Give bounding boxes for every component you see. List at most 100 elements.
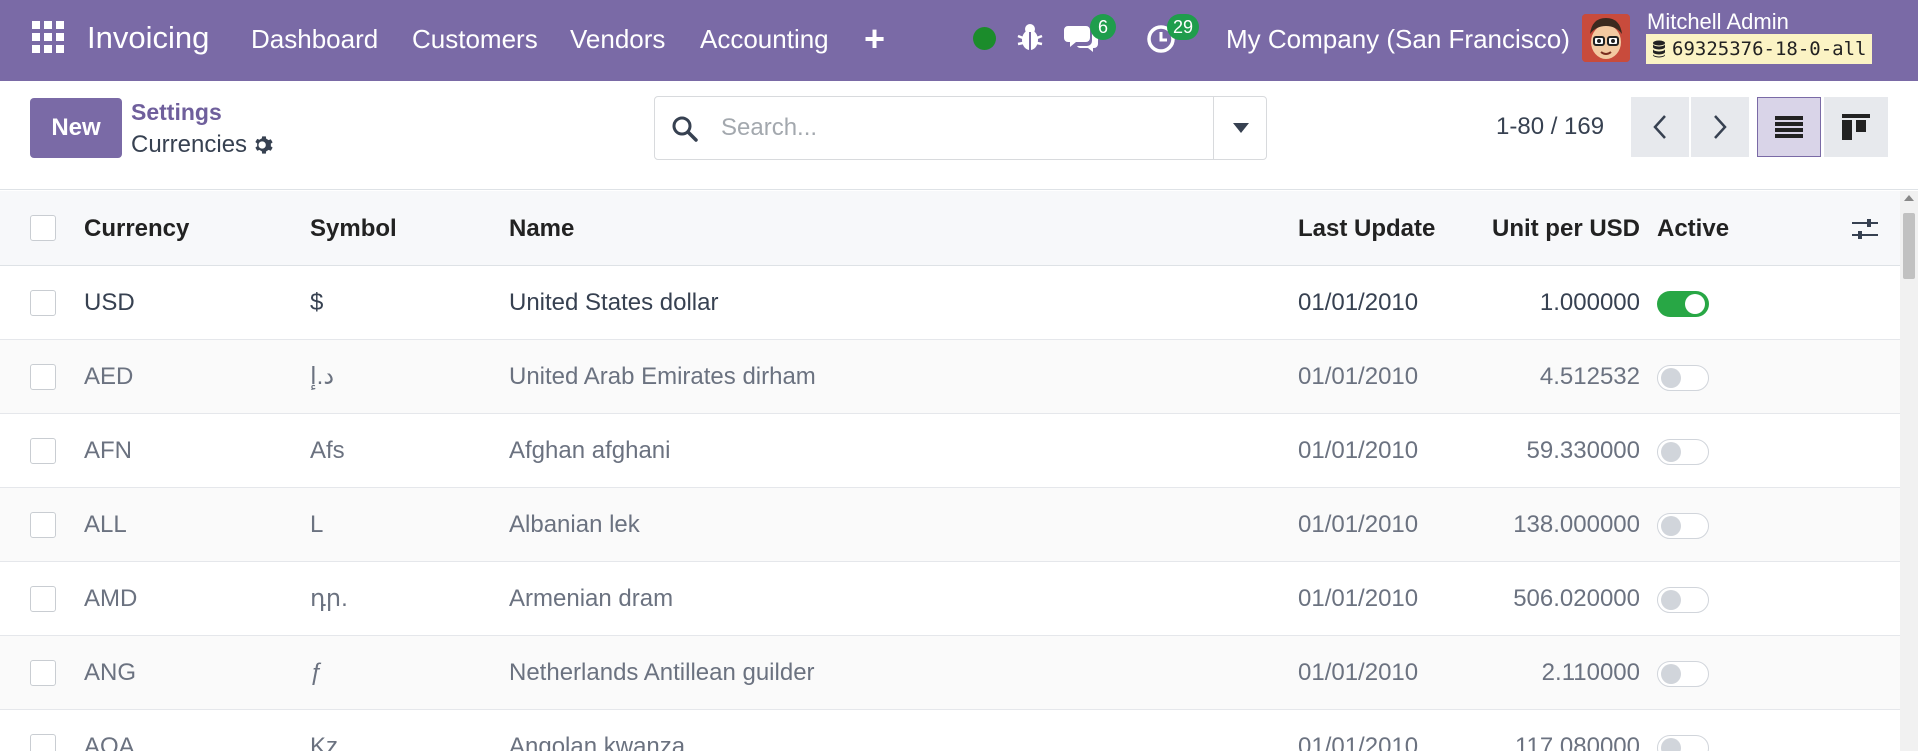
control-panel: New Settings Currencies 1-80 / 169: [0, 81, 1918, 190]
select-all-checkbox[interactable]: [30, 215, 56, 241]
column-header-unit-per[interactable]: Unit per USD: [1460, 191, 1640, 265]
activities-count-badge: 29: [1167, 14, 1200, 40]
active-toggle[interactable]: [1657, 587, 1709, 613]
row-checkbox[interactable]: [30, 438, 56, 464]
status-dot-icon[interactable]: [973, 27, 996, 50]
search-options-toggle[interactable]: [1213, 97, 1267, 159]
list-view-icon: [1775, 116, 1803, 138]
pager-value[interactable]: 1-80 / 169: [1496, 113, 1604, 141]
row-checkbox[interactable]: [30, 734, 56, 751]
cell-currency: AFN: [84, 437, 132, 464]
column-header-symbol[interactable]: Symbol: [310, 191, 397, 265]
user-name[interactable]: Mitchell Admin: [1647, 9, 1789, 35]
top-navbar: Invoicing Dashboard Customers Vendors Ac…: [0, 0, 1918, 81]
cell-symbol: د.إ: [310, 363, 335, 390]
scroll-up-arrow-icon[interactable]: [1904, 195, 1914, 201]
messages-count-badge: 6: [1090, 14, 1116, 40]
cell-symbol: ƒ: [310, 659, 324, 686]
active-toggle[interactable]: [1657, 661, 1709, 687]
breadcrumb-current: Currencies: [131, 131, 275, 159]
cell-name: Afghan afghani: [509, 437, 671, 464]
scrollbar-thumb[interactable]: [1903, 213, 1915, 279]
bug-icon[interactable]: [1016, 22, 1044, 52]
cell-rate: 2.110000: [1541, 659, 1640, 686]
database-icon: [1653, 40, 1665, 58]
user-avatar[interactable]: [1582, 14, 1630, 62]
optional-columns-sliders-icon[interactable]: [1852, 217, 1878, 241]
cell-name: Netherlands Antillean guilder: [509, 659, 815, 686]
kanban-view-button[interactable]: [1824, 97, 1888, 157]
list-view-button[interactable]: [1757, 97, 1821, 157]
cell-currency: AMD: [84, 585, 138, 612]
pager-previous-button[interactable]: [1631, 97, 1689, 157]
active-toggle[interactable]: [1657, 513, 1709, 539]
cell-last-update: 01/01/2010: [1298, 289, 1419, 316]
search-icon: [672, 116, 698, 142]
table-row[interactable]: AED د.إ United Arab Emirates dirham 01/0…: [0, 340, 1900, 414]
apps-grid-icon[interactable]: [32, 21, 64, 53]
column-header-last-update[interactable]: Last Update: [1298, 191, 1435, 265]
menu-dashboard[interactable]: Dashboard: [251, 24, 378, 55]
column-header-name[interactable]: Name: [509, 191, 574, 265]
cell-rate: 4.512532: [1539, 363, 1640, 390]
chevron-right-icon: [1714, 115, 1727, 139]
cell-rate: 1.000000: [1539, 289, 1640, 316]
table-row[interactable]: ALL L Albanian lek 01/01/2010 138.000000: [0, 488, 1900, 562]
table-row[interactable]: AFN Afs Afghan afghani 01/01/2010 59.330…: [0, 414, 1900, 488]
column-header-currency[interactable]: Currency: [84, 191, 189, 265]
company-switcher[interactable]: My Company (San Francisco): [1226, 24, 1570, 55]
column-header-active[interactable]: Active: [1657, 191, 1729, 265]
row-checkbox[interactable]: [30, 364, 56, 390]
active-toggle[interactable]: [1657, 365, 1709, 391]
cell-last-update: 01/01/2010: [1298, 733, 1419, 751]
active-toggle[interactable]: [1657, 735, 1709, 751]
cell-last-update: 01/01/2010: [1298, 585, 1419, 612]
cell-last-update: 01/01/2010: [1298, 363, 1419, 390]
menu-customers[interactable]: Customers: [412, 24, 538, 55]
cell-symbol: Afs: [310, 437, 345, 464]
active-toggle[interactable]: [1657, 291, 1709, 317]
cell-name: United Arab Emirates dirham: [509, 363, 816, 390]
cell-last-update: 01/01/2010: [1298, 511, 1419, 538]
cell-rate: 59.330000: [1526, 437, 1640, 464]
menu-vendors[interactable]: Vendors: [570, 24, 665, 55]
table-row[interactable]: USD $ United States dollar 01/01/2010 1.…: [0, 266, 1900, 340]
cell-name: United States dollar: [509, 289, 719, 316]
row-checkbox[interactable]: [30, 660, 56, 686]
list-scrollbar[interactable]: [1900, 191, 1918, 751]
cell-name: Albanian lek: [509, 511, 640, 538]
gear-icon[interactable]: [253, 134, 275, 156]
search-input[interactable]: [721, 109, 1191, 147]
row-checkbox[interactable]: [30, 290, 56, 316]
table-row[interactable]: AMD դր. Armenian dram 01/01/2010 506.020…: [0, 562, 1900, 636]
menu-accounting[interactable]: Accounting: [700, 24, 829, 55]
table-header: Currency Symbol Name Last Update Unit pe…: [0, 191, 1900, 266]
database-name: 69325376-18-0-all: [1672, 38, 1867, 60]
table-row[interactable]: AOA Kz Angolan kwanza 01/01/2010 117.080…: [0, 710, 1900, 751]
app-title[interactable]: Invoicing: [87, 20, 209, 56]
search-bar: [654, 96, 1267, 160]
active-toggle[interactable]: [1657, 439, 1709, 465]
cell-symbol: L: [310, 511, 324, 538]
new-button[interactable]: New: [30, 98, 122, 158]
cell-name: Angolan kwanza: [509, 733, 686, 751]
row-checkbox[interactable]: [30, 586, 56, 612]
chevron-left-icon: [1653, 115, 1666, 139]
cell-currency: USD: [84, 289, 135, 316]
table-row[interactable]: ANG ƒ Netherlands Antillean guilder 01/0…: [0, 636, 1900, 710]
breadcrumb-settings[interactable]: Settings: [131, 99, 222, 126]
page-title: Currencies: [131, 131, 248, 158]
add-menu-plus-icon[interactable]: +: [864, 18, 885, 60]
avatar-face-icon: [1582, 14, 1630, 62]
cell-currency: AOA: [84, 733, 135, 751]
row-checkbox[interactable]: [30, 512, 56, 538]
database-chip: 69325376-18-0-all: [1646, 34, 1873, 64]
cell-symbol: Kz: [310, 733, 339, 751]
pager-next-button[interactable]: [1691, 97, 1749, 157]
cell-rate: 138.000000: [1513, 511, 1640, 538]
cell-symbol: $: [310, 289, 324, 316]
cell-symbol: դր.: [310, 585, 348, 612]
cell-currency: ANG: [84, 659, 137, 686]
cell-last-update: 01/01/2010: [1298, 437, 1419, 464]
cell-currency: ALL: [84, 511, 127, 538]
